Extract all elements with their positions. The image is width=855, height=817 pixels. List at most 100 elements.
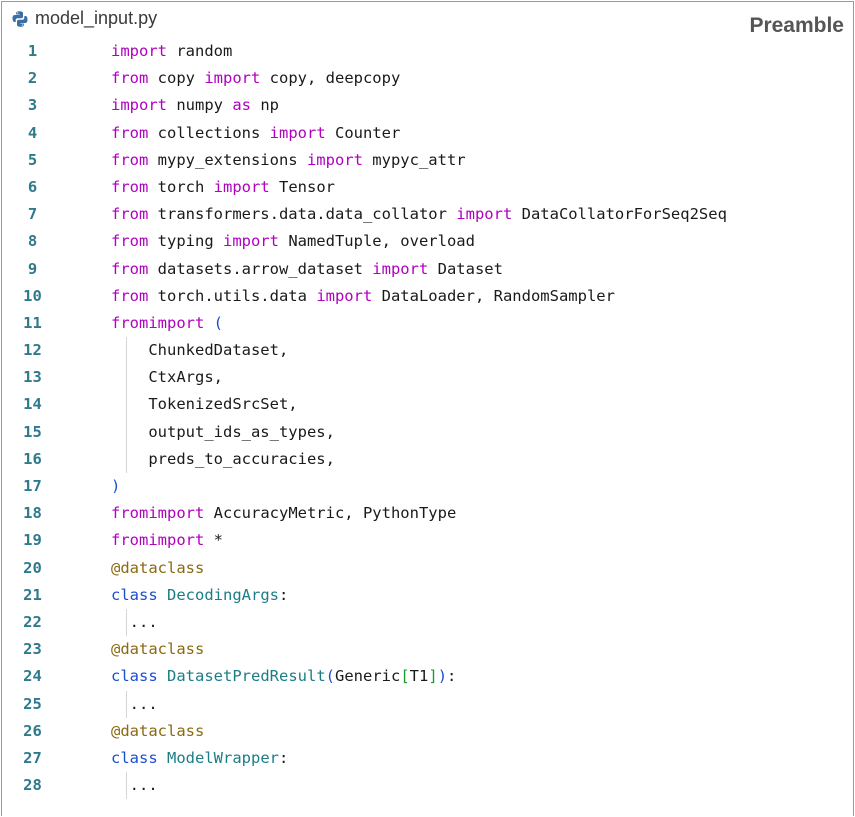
code-text: preds_to_accuracies, <box>111 446 335 473</box>
code-line: 10 from torch.utils.data import DataLoade… <box>2 283 853 310</box>
token: Generic <box>335 667 401 686</box>
code-text: from transformers.data.data_collator imp… <box>111 201 727 228</box>
token-cls: ModelWrapper <box>167 748 279 767</box>
token-cls: DecodingArgs <box>167 585 279 604</box>
code-text: class DatasetPredResult(Generic[T1]): <box>111 663 456 690</box>
code-line: 26 @dataclass <box>2 718 853 745</box>
code-line: 14 TokenizedSrcSet, <box>2 391 853 419</box>
token: np <box>251 96 279 115</box>
code-line: 12 ChunkedDataset, <box>2 337 853 365</box>
token: output_ids_as_types, <box>111 422 335 441</box>
line-number: 16 <box>23 449 42 468</box>
token-kw: import <box>148 504 205 523</box>
code-line: 6 from torch import Tensor <box>2 174 853 201</box>
token-kw: import <box>269 123 326 142</box>
line-number: 14 <box>23 395 42 414</box>
token-kw: import <box>111 96 167 115</box>
token-kw: from <box>111 232 149 251</box>
line-number: 22 <box>23 612 42 631</box>
file-tab[interactable]: model_input.py <box>11 8 157 29</box>
code-text: from mypy_extensions import mypyc_attr <box>111 147 466 174</box>
code-text: @dataclass <box>111 718 204 745</box>
token: numpy <box>167 96 233 115</box>
token: ... <box>111 776 158 795</box>
line-number: 11 <box>23 313 42 332</box>
code-line: 11 fromimport ( <box>2 310 853 337</box>
line-number: 8 <box>27 232 38 251</box>
token: Dataset <box>428 259 503 278</box>
token-br1: ( <box>213 313 224 332</box>
token: torch.utils.data <box>148 286 317 305</box>
line-number: 24 <box>23 667 42 686</box>
code-line: 23 @dataclass <box>2 636 853 663</box>
file-name: model_input.py <box>35 8 158 28</box>
line-number: 19 <box>23 531 42 550</box>
code-text: from torch.utils.data import DataLoader,… <box>111 283 615 310</box>
code-line: 2 from copy import copy, deepcopy <box>2 65 853 92</box>
code-line: 28 ... <box>2 772 853 800</box>
token: CtxArgs, <box>111 368 223 387</box>
token-dec: @dataclass <box>111 558 205 577</box>
token-kw: import <box>372 259 429 278</box>
token: mypyc_attr <box>362 150 466 169</box>
line-number: 12 <box>23 341 42 360</box>
code-line: 1 import random <box>2 38 853 65</box>
token-cls: DatasetPredResult <box>167 667 326 686</box>
line-number: 4 <box>27 123 38 142</box>
line-number: 13 <box>23 368 42 387</box>
line-number: 1 <box>27 42 38 60</box>
token-br1: ) <box>111 477 121 495</box>
token-kw: from <box>111 123 149 142</box>
editor-header: model_input.py Preamble <box>2 2 853 38</box>
code-text: ChunkedDataset, <box>111 337 288 364</box>
token-kw: import <box>316 286 373 305</box>
token: torch <box>148 177 214 196</box>
code-line: 16 preds_to_accuracies, <box>2 445 853 473</box>
code-line: 13 CtxArgs, <box>2 364 853 392</box>
token-kw: from <box>111 286 149 305</box>
section-label: Preamble <box>749 14 844 37</box>
code-text: @dataclass <box>111 555 204 582</box>
token: DataCollatorForSeq2Seq <box>512 205 727 224</box>
token-kw: from <box>111 313 149 332</box>
code-text: from collections import Counter <box>111 120 400 147</box>
code-line: 21 class DecodingArgs: <box>2 582 853 609</box>
code-line: 5 from mypy_extensions import mypyc_attr <box>2 147 853 174</box>
token: datasets.arrow_dataset <box>148 259 373 278</box>
code-text: class DecodingArgs: <box>111 582 288 609</box>
token: AccuracyMetric, PythonType <box>204 504 457 523</box>
token: * <box>204 531 223 550</box>
token-kw: import <box>306 150 363 169</box>
code-line: 24 class DatasetPredResult(Generic[T1]): <box>2 663 853 690</box>
line-number: 23 <box>23 640 42 659</box>
code-text: ) <box>111 473 120 500</box>
code-text: CtxArgs, <box>111 364 223 391</box>
token-kw: from <box>111 531 149 550</box>
code-line: 20 @dataclass <box>2 555 853 582</box>
token: TokenizedSrcSet, <box>111 395 298 414</box>
token: typing <box>148 232 223 251</box>
token: copy <box>148 69 205 88</box>
token-kw: from <box>111 205 149 224</box>
code-text: fromimport * <box>111 527 223 554</box>
token: ... <box>111 612 158 631</box>
code-text: import random <box>111 38 232 65</box>
code-line: 4 from collections import Counter <box>2 120 853 147</box>
code-text: ... <box>111 691 158 718</box>
code-text: from typing import NamedTuple, overload <box>111 228 475 255</box>
code-lines: 1 import random 2 from copy import copy, de… <box>2 38 853 800</box>
token-kwb: class <box>111 667 158 686</box>
line-number: 27 <box>23 748 42 767</box>
line-number: 25 <box>23 694 42 713</box>
token-kw: from <box>111 259 149 278</box>
token-kw: from <box>111 177 149 196</box>
code-line: 25 ... <box>2 690 853 718</box>
line-number: 5 <box>27 150 38 169</box>
token-br1: ( <box>325 667 335 686</box>
line-number: 6 <box>27 177 38 196</box>
code-panel: model_input.py Preamble 1 import random 2 f… <box>1 1 854 816</box>
code-text: from copy import copy, deepcopy <box>111 65 400 92</box>
token-kw: import <box>148 531 205 550</box>
